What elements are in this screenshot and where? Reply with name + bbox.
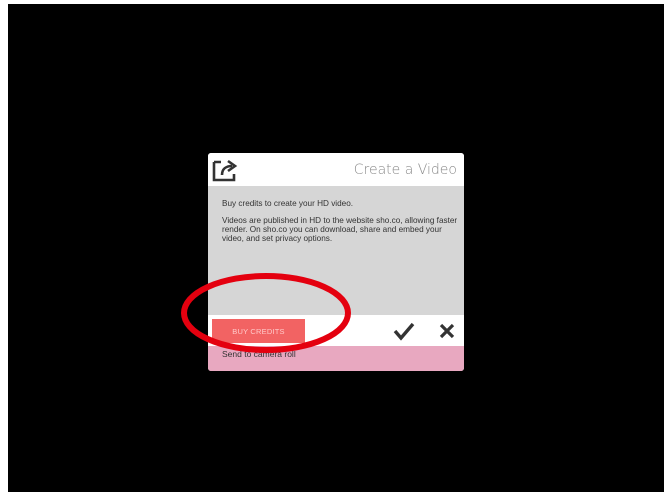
create-video-dialog: Create a Video Buy credits to create you… [208, 153, 464, 371]
dialog-body: Buy credits to create your HD video. Vid… [222, 199, 458, 251]
action-bar: BUY CREDITS [208, 315, 464, 346]
dialog-title: Create a Video [353, 162, 457, 178]
hd-info-message: Videos are published in HD to the websit… [222, 216, 458, 243]
share-icon [212, 159, 238, 182]
buy-credits-button[interactable]: BUY CREDITS [212, 319, 305, 343]
close-icon[interactable] [438, 322, 456, 340]
checkmark-icon[interactable] [393, 321, 415, 341]
camera-roll-label: Send to camera roll [222, 349, 296, 359]
buy-credits-message: Buy credits to create your HD video. [222, 199, 354, 208]
dialog-header: Create a Video [208, 153, 464, 186]
send-to-camera-roll-button[interactable]: Send to camera roll [208, 346, 464, 371]
